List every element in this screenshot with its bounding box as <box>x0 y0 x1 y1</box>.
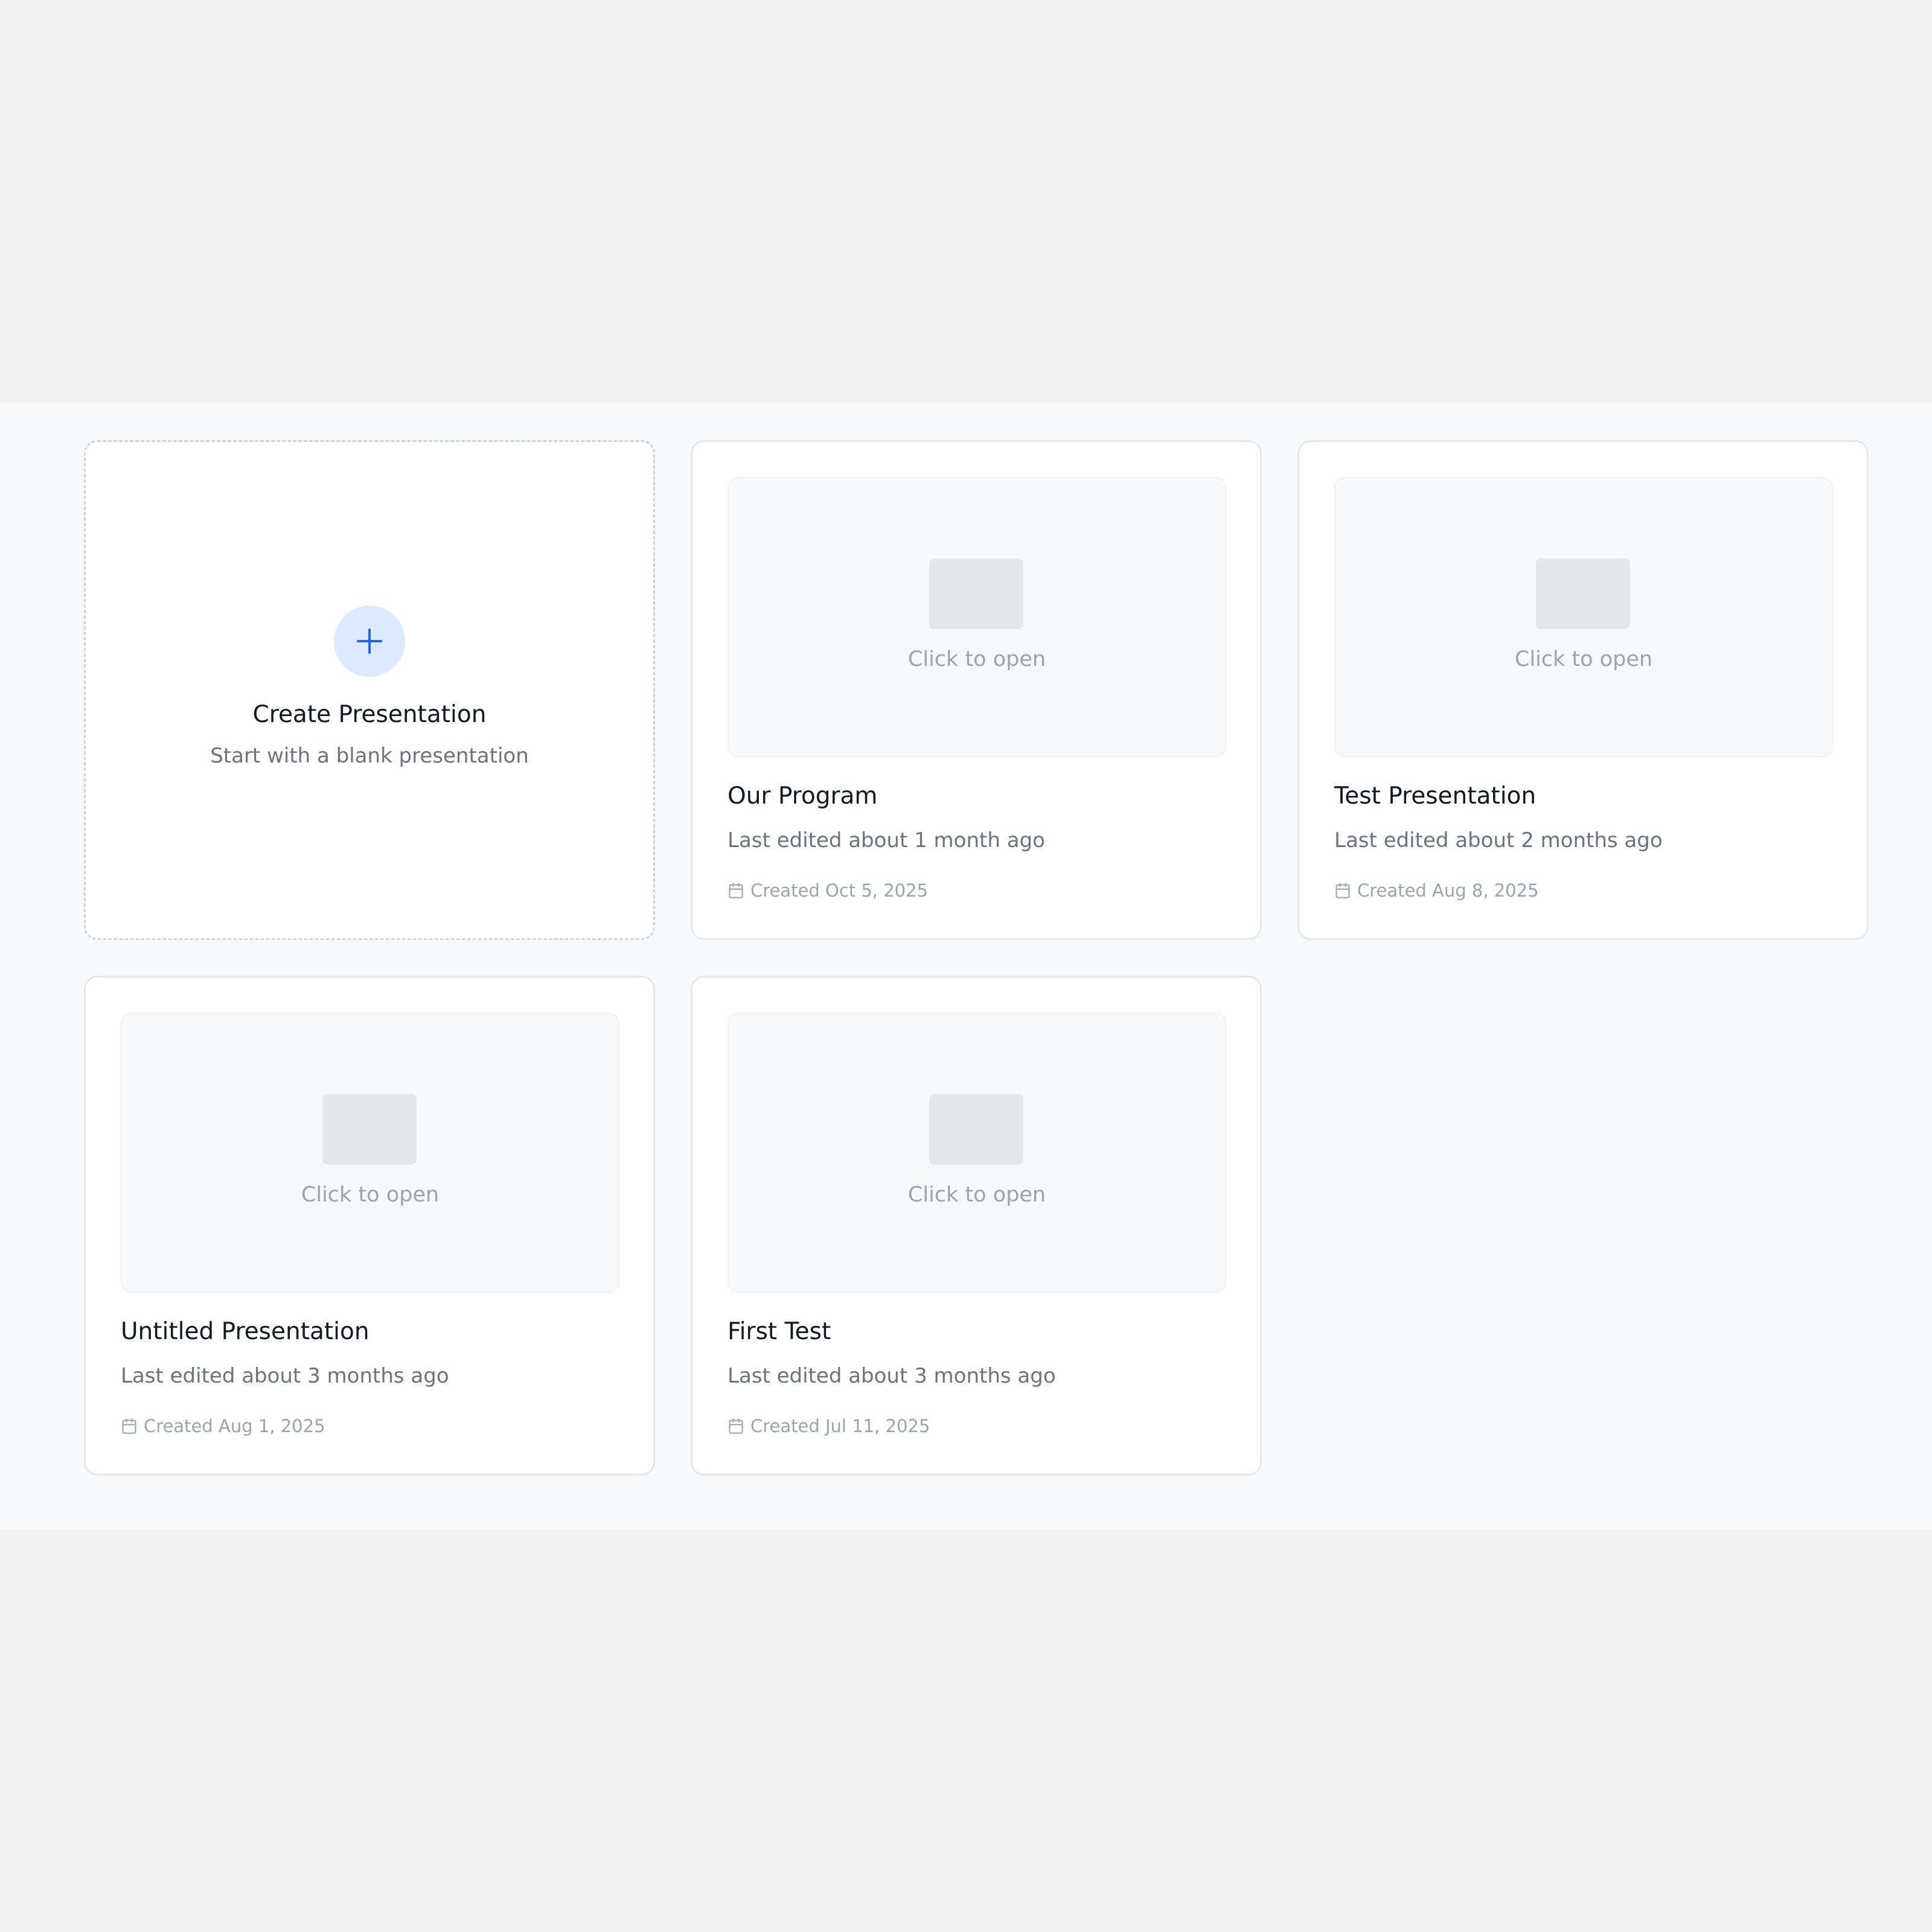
presentation-title: Our Program <box>728 782 878 810</box>
presentation-thumbnail[interactable]: Click to open <box>1334 477 1833 757</box>
click-to-open-label: Click to open <box>907 647 1046 671</box>
presentation-title: First Test <box>728 1318 831 1345</box>
presentation-thumbnail[interactable]: Click to open <box>728 477 1226 757</box>
thumbnail-placeholder <box>929 1094 1023 1165</box>
presentation-card[interactable]: Click to open Test Presentation Last edi… <box>1297 440 1869 940</box>
create-presentation-title: Create Presentation <box>252 701 487 728</box>
calendar-icon <box>729 1418 743 1434</box>
presentation-title: Untitled Presentation <box>121 1318 369 1345</box>
last-edited-text: Last edited about 2 months ago <box>1334 828 1663 852</box>
presentation-card[interactable]: Click to open Our Program Last edited ab… <box>691 440 1262 940</box>
created-date: Created Oct 5, 2025 <box>728 880 928 901</box>
created-date-text: Created Aug 1, 2025 <box>144 1416 325 1436</box>
calendar-icon <box>729 883 743 898</box>
thumbnail-placeholder <box>1536 558 1630 629</box>
calendar-icon <box>1335 883 1350 898</box>
created-date-text: Created Jul 11, 2025 <box>750 1416 930 1436</box>
presentation-thumbnail[interactable]: Click to open <box>728 1012 1226 1293</box>
presentation-thumbnail[interactable]: Click to open <box>121 1012 619 1293</box>
click-to-open-label: Click to open <box>907 1183 1046 1207</box>
created-date: Created Jul 11, 2025 <box>728 1416 930 1436</box>
create-presentation-content: Create Presentation Start with a blank p… <box>86 606 653 769</box>
calendar-icon <box>122 1418 136 1434</box>
last-edited-text: Last edited about 3 months ago <box>121 1364 449 1388</box>
created-date: Created Aug 8, 2025 <box>1334 880 1539 901</box>
created-date-text: Created Oct 5, 2025 <box>750 880 929 901</box>
thumbnail-placeholder <box>929 558 1023 629</box>
create-presentation-card[interactable]: Create Presentation Start with a blank p… <box>84 440 655 940</box>
presentation-title: Test Presentation <box>1334 782 1537 810</box>
thumbnail-placeholder <box>322 1094 417 1165</box>
click-to-open-label: Click to open <box>301 1183 440 1207</box>
last-edited-text: Last edited about 1 month ago <box>728 828 1045 852</box>
presentation-card[interactable]: Click to open Untitled Presentation Last… <box>84 976 655 1476</box>
plus-icon <box>334 606 405 677</box>
last-edited-text: Last edited about 3 months ago <box>728 1364 1056 1388</box>
created-date: Created Aug 1, 2025 <box>121 1416 325 1436</box>
presentation-card[interactable]: Click to open First Test Last edited abo… <box>691 976 1262 1476</box>
create-presentation-subtitle: Start with a blank presentation <box>210 743 529 768</box>
click-to-open-label: Click to open <box>1514 647 1653 671</box>
created-date-text: Created Aug 8, 2025 <box>1357 880 1539 901</box>
